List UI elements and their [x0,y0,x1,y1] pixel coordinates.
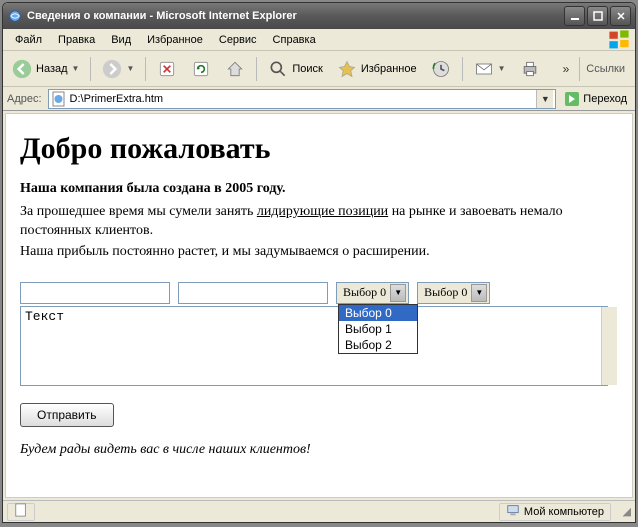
history-button[interactable] [426,55,456,83]
app-window: Сведения о компании - Microsoft Internet… [2,2,636,523]
menu-favorites[interactable]: Избранное [139,32,211,48]
statusbar: Мой компьютер ◢ [3,500,635,522]
page-icon [14,503,28,520]
toolbar: Назад ▼ ▼ Поиск Избранное [3,51,635,87]
favorites-label: Избранное [361,63,417,75]
chevron-down-icon: ▼ [498,64,506,73]
select-2-value: Выбор 0 [424,285,467,300]
back-label: Назад [36,63,68,75]
ie-logo-icon [7,8,23,24]
back-button[interactable]: Назад ▼ [7,55,84,83]
separator [462,57,463,81]
page-content: Добро пожаловать Наша компания была созд… [5,113,633,498]
zone-label: Мой компьютер [524,506,604,518]
favorites-button[interactable]: Избранное [332,55,422,83]
select-2[interactable]: Выбор 0 ▼ [417,282,490,304]
home-button[interactable] [220,55,250,83]
text-input-1[interactable] [20,282,170,304]
window-title: Сведения о компании - Microsoft Internet… [27,10,564,22]
status-left [7,503,35,521]
menu-file[interactable]: Файл [7,32,50,48]
search-button[interactable]: Поиск [263,55,327,83]
go-label: Переход [583,93,627,105]
address-label: Адрес: [7,93,44,105]
option-0[interactable]: Выбор 0 [339,305,417,321]
option-1[interactable]: Выбор 1 [339,321,417,337]
footer-message: Будем рады видеть вас в числе наших клие… [20,441,618,460]
intro-bold: Наша компания была создана в 2005 году. [20,180,618,199]
ie-page-icon [51,91,67,107]
close-button[interactable] [610,6,631,26]
address-bar: Адрес: D:\PrimerExtra.htm ▼ Переход [3,87,635,111]
chevron-down-icon: ▼ [126,64,134,73]
titlebar[interactable]: Сведения о компании - Microsoft Internet… [3,3,635,29]
text-input-2[interactable] [178,282,328,304]
select-1[interactable]: Выбор 0 ▼ [336,282,409,304]
maximize-button[interactable] [587,6,608,26]
mail-button[interactable]: ▼ [469,55,511,83]
go-button[interactable]: Переход [560,89,631,109]
form-row: Выбор 0 ▼ Выбор 0 ▼ Выбор 0 Выбор 1 Выбо… [20,282,618,304]
textarea-wrap [20,306,618,389]
option-2[interactable]: Выбор 2 [339,337,417,353]
menu-tools[interactable]: Сервис [211,32,265,48]
menu-edit[interactable]: Правка [50,32,103,48]
leading-link[interactable]: лидирующие позиции [257,204,388,219]
links-label[interactable]: Ссылки [579,57,631,81]
print-button[interactable] [515,55,545,83]
scrollbar[interactable] [601,307,617,385]
separator [256,57,257,81]
intro-paragraph-2: Наша прибыль постоянно растет, и мы заду… [20,243,618,262]
toolbar-overflow-icon[interactable]: » [557,62,576,76]
resize-grip-icon[interactable]: ◢ [617,505,631,518]
menu-view[interactable]: Вид [103,32,139,48]
chevron-down-icon: ▼ [390,284,406,302]
select-1-value: Выбор 0 [343,285,386,300]
menubar: Файл Правка Вид Избранное Сервис Справка [3,29,635,51]
search-label: Поиск [292,63,322,75]
menu-help[interactable]: Справка [265,32,324,48]
stop-button[interactable] [152,55,182,83]
forward-button[interactable]: ▼ [97,55,139,83]
intro-paragraph-1: За прошедшее время мы сумели занять лиди… [20,203,618,241]
windows-logo-icon [607,30,631,50]
page-heading: Добро пожаловать [20,132,618,166]
chevron-down-icon: ▼ [471,284,487,302]
select-1-dropdown: Выбор 0 Выбор 1 Выбор 2 [338,304,418,354]
submit-button[interactable]: Отправить [20,403,114,427]
refresh-button[interactable] [186,55,216,83]
address-value: D:\PrimerExtra.htm [70,93,537,105]
message-textarea[interactable] [20,306,608,386]
address-dropdown-icon[interactable]: ▼ [536,90,553,108]
address-input[interactable]: D:\PrimerExtra.htm ▼ [48,89,557,109]
minimize-button[interactable] [564,6,585,26]
status-zone: Мой компьютер [499,503,611,521]
separator [145,57,146,81]
separator [90,57,91,81]
computer-icon [506,503,520,520]
chevron-down-icon: ▼ [72,64,80,73]
